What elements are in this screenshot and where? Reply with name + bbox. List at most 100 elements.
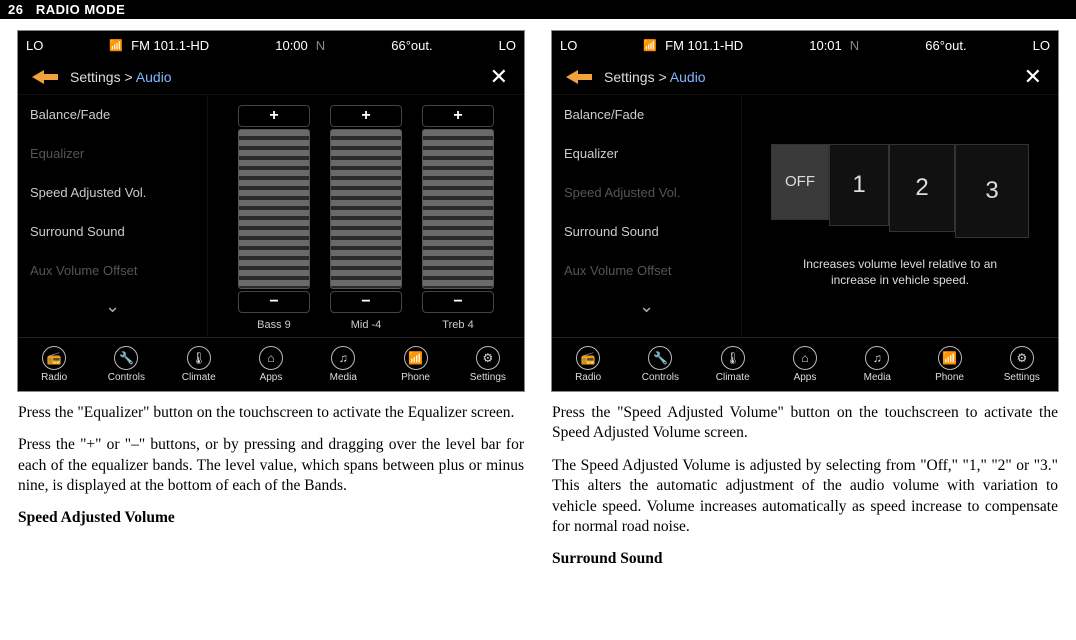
dock-climate[interactable]: 🌡 Climate — [697, 338, 769, 391]
dock-apps[interactable]: ⌂Apps — [235, 338, 307, 391]
breadcrumb-root[interactable]: Settings > — [604, 69, 667, 85]
bass-plus-button[interactable]: + — [238, 105, 310, 127]
dock-controls[interactable]: 🔧Controls — [90, 338, 162, 391]
sidebar-item-surround-sound[interactable]: Surround Sound — [552, 212, 741, 251]
treb-plus-button[interactable]: + — [422, 105, 494, 127]
treb-value-label: Treb 4 — [442, 315, 473, 331]
right-paragraph-2: The Speed Adjusted Volume is adjusted by… — [552, 456, 1058, 538]
dock-climate-label: Climate — [716, 372, 750, 383]
dock-settings[interactable]: ⚙ Settings — [452, 338, 524, 391]
sidebar-item-equalizer[interactable]: Equalizer — [552, 134, 741, 173]
climate-lo-right[interactable]: LO — [1033, 38, 1050, 53]
eq-band-mid: + − Mid -4 — [330, 103, 402, 331]
outside-temp: 66°out. — [391, 38, 432, 53]
dock-controls[interactable]: 🔧 Controls — [624, 338, 696, 391]
sav-options: OFF 1 2 3 — [771, 144, 1029, 238]
treb-slider[interactable] — [422, 129, 494, 289]
wrench-icon: 🔧 — [114, 346, 138, 370]
bass-minus-button[interactable]: − — [238, 291, 310, 313]
close-button[interactable]: ✕ — [484, 64, 514, 90]
dock-apps[interactable]: ⌂Apps — [769, 338, 841, 391]
back-button[interactable] — [562, 67, 596, 87]
phone-icon: 📶 — [404, 346, 428, 370]
outside-temp: 66°out. — [925, 38, 966, 53]
dock-settings[interactable]: ⚙Settings — [986, 338, 1058, 391]
eq-band-treb: + − Treb 4 — [422, 103, 494, 331]
bass-slider[interactable] — [238, 129, 310, 289]
left-paragraph-1: Press the "Equalizer" button on the touc… — [18, 403, 524, 423]
dock-radio[interactable]: 📻 Radio — [18, 338, 90, 391]
dock-climate[interactable]: 🌡Climate — [163, 338, 235, 391]
sidebar-item-surround-sound[interactable]: Surround Sound — [18, 212, 207, 251]
radio-icon: 📻 — [42, 346, 66, 370]
mid-slider[interactable] — [330, 129, 402, 289]
dock-media-label: Media — [330, 372, 357, 383]
bass-value-label: Bass 9 — [257, 315, 291, 331]
status-bar: LO 📶 FM 101.1-HD 10:00 N 66°out. LO — [18, 31, 524, 59]
sav-option-1[interactable]: 1 — [829, 144, 889, 226]
dock-phone[interactable]: 📶 Phone — [379, 338, 451, 391]
breadcrumb-root[interactable]: Settings > — [70, 69, 133, 85]
dock-media-label: Media — [864, 372, 891, 383]
sav-help-text: Increases volume level relative to an in… — [803, 256, 997, 288]
media-icon: ♫ — [331, 346, 355, 370]
gear-icon: ⚙ — [476, 346, 500, 370]
page-header: 26 RADIO MODE — [0, 0, 1076, 19]
screenshot-equalizer: LO 📶 FM 101.1-HD 10:00 N 66°out. LO Sett… — [18, 31, 524, 391]
apps-icon: ⌂ — [259, 346, 283, 370]
page-number: 26 — [8, 2, 23, 17]
dock-climate-label: Climate — [182, 372, 216, 383]
dock-radio-label: Radio — [41, 372, 67, 383]
back-arrow-icon — [566, 70, 592, 84]
mid-plus-button[interactable]: + — [330, 105, 402, 127]
breadcrumb-active: Audio — [670, 69, 706, 85]
sidebar-item-equalizer[interactable]: Equalizer — [18, 134, 207, 173]
sav-option-3[interactable]: 3 — [955, 144, 1029, 238]
climate-lo-left[interactable]: LO — [26, 38, 43, 53]
sidebar-item-speed-adj-vol[interactable]: Speed Adjusted Vol. — [18, 173, 207, 212]
dock-controls-label: Controls — [642, 372, 679, 383]
climate-icon: 🌡 — [721, 346, 745, 370]
mid-value-label: Mid -4 — [351, 315, 382, 331]
media-icon: ♫ — [865, 346, 889, 370]
sav-note-line1: Increases volume level relative to an — [803, 257, 997, 271]
bottom-dock: 📻 Radio 🔧 Controls 🌡 Climate ⌂Apps ♫ Media 📶… — [552, 337, 1058, 391]
sidebar-item-balance-fade[interactable]: Balance/Fade — [18, 95, 207, 134]
menu-scroll-down[interactable]: ⌄ — [552, 290, 741, 323]
climate-lo-left[interactable]: LO — [560, 38, 577, 53]
close-button[interactable]: ✕ — [1018, 64, 1048, 90]
sidebar-item-speed-adj-vol[interactable]: Speed Adjusted Vol. — [552, 173, 741, 212]
sidebar-item-aux-volume-offset[interactable]: Aux Volume Offset — [552, 251, 741, 290]
left-heading-sav: Speed Adjusted Volume — [18, 509, 524, 527]
sidebar-item-aux-volume-offset[interactable]: Aux Volume Offset — [18, 251, 207, 290]
gear-indicator: N — [850, 38, 859, 53]
sav-option-2[interactable]: 2 — [889, 144, 955, 232]
radio-icon: 📻 — [576, 346, 600, 370]
wrench-icon: 🔧 — [648, 346, 672, 370]
dock-phone-label: Phone — [401, 372, 430, 383]
page-title: RADIO MODE — [36, 2, 126, 17]
right-paragraph-1: Press the "Speed Adjusted Volume" button… — [552, 403, 1058, 444]
gear-icon: ⚙ — [1010, 346, 1034, 370]
mid-minus-button[interactable]: − — [330, 291, 402, 313]
dock-phone-label: Phone — [935, 372, 964, 383]
dock-settings-label: Settings — [470, 372, 506, 383]
menu-scroll-down[interactable]: ⌄ — [18, 290, 207, 323]
dock-media[interactable]: ♫ Media — [841, 338, 913, 391]
signal-icon: 📶 — [643, 39, 657, 52]
apps-icon: ⌂ — [793, 346, 817, 370]
dock-phone[interactable]: 📶 Phone — [913, 338, 985, 391]
sidebar-item-balance-fade[interactable]: Balance/Fade — [552, 95, 741, 134]
dock-media[interactable]: ♫ Media — [307, 338, 379, 391]
gear-indicator: N — [316, 38, 325, 53]
sav-option-off[interactable]: OFF — [771, 144, 829, 220]
settings-side-menu: Balance/Fade Equalizer Speed Adjusted Vo… — [552, 95, 742, 337]
dock-radio-label: Radio — [575, 372, 601, 383]
climate-lo-right[interactable]: LO — [499, 38, 516, 53]
treb-minus-button[interactable]: − — [422, 291, 494, 313]
clock: 10:00 — [275, 38, 308, 53]
equalizer-panel: + − Bass 9 + − Mid -4 + − — [208, 95, 524, 337]
back-button[interactable] — [28, 67, 62, 87]
phone-icon: 📶 — [938, 346, 962, 370]
dock-radio[interactable]: 📻 Radio — [552, 338, 624, 391]
